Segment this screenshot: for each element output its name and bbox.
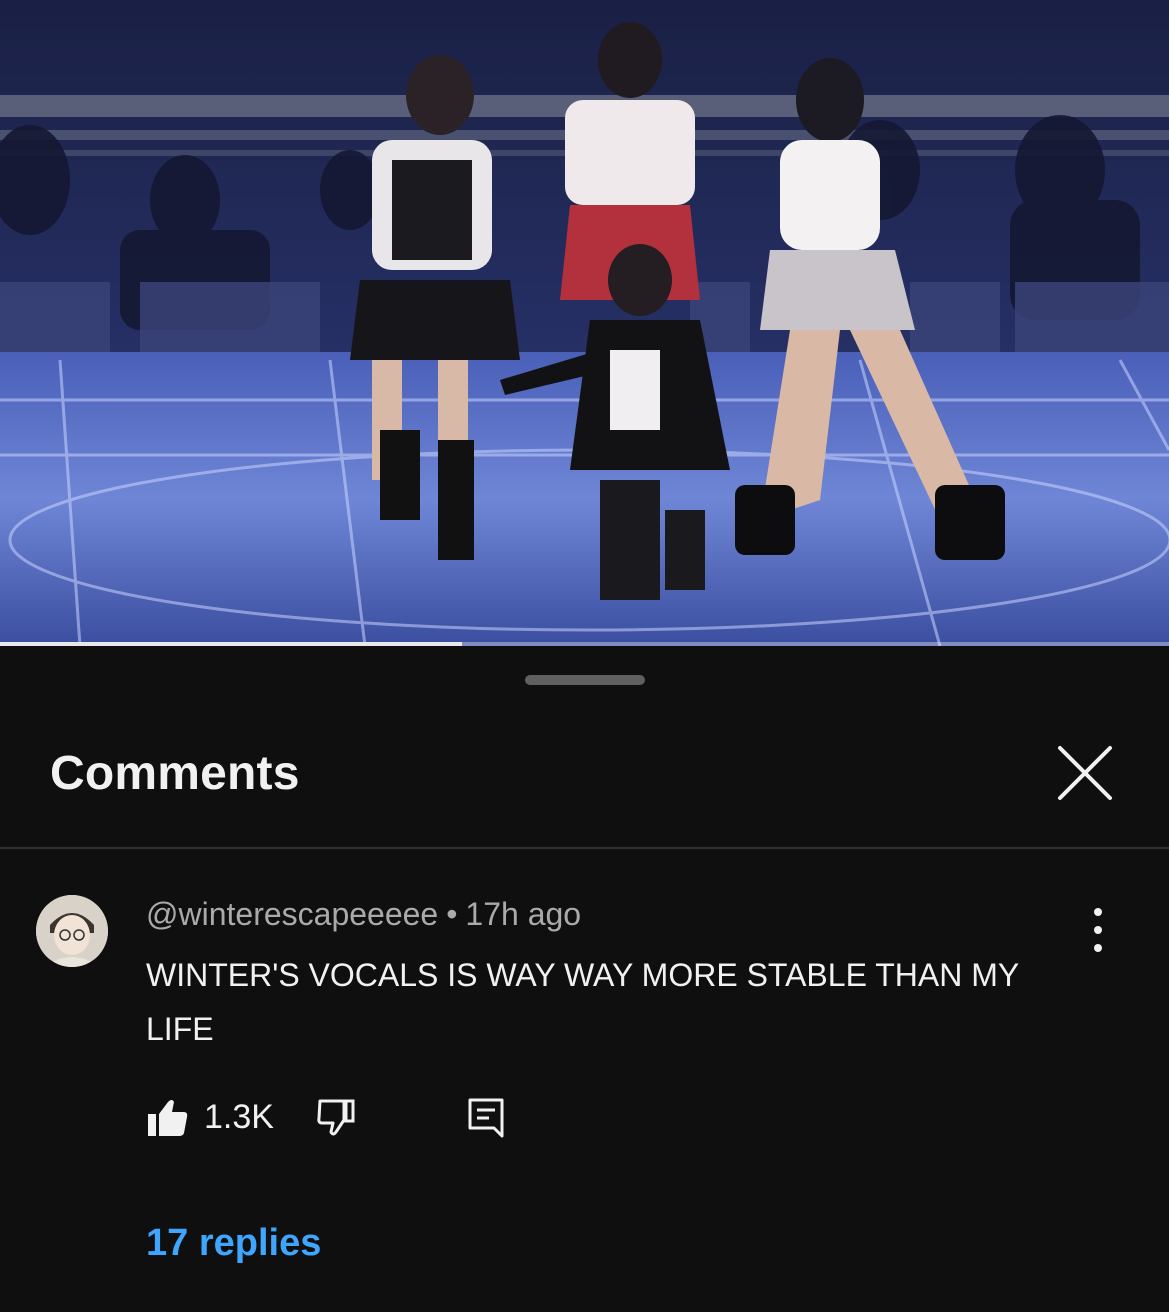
- comment-author[interactable]: @winterescapeeeee: [146, 896, 438, 932]
- avatar[interactable]: [36, 895, 108, 967]
- reply-button[interactable]: [466, 1096, 506, 1140]
- dislike-button[interactable]: [316, 1096, 358, 1140]
- close-icon: [1058, 746, 1112, 800]
- more-options-button[interactable]: [1080, 908, 1116, 952]
- thumbs-up-icon: [148, 1100, 188, 1136]
- drag-handle[interactable]: [525, 675, 645, 685]
- header-divider: [0, 847, 1169, 849]
- comment-time: 17h ago: [465, 896, 582, 932]
- video-progress-fill: [0, 642, 462, 646]
- comment-reply-icon: [468, 1098, 504, 1138]
- more-options-icon-dot: [1094, 944, 1102, 952]
- avatar-image: [36, 895, 108, 967]
- view-replies-link[interactable]: 17 replies: [146, 1222, 321, 1265]
- thumbs-down-icon: [317, 1099, 355, 1136]
- like-count: 1.3K: [204, 1098, 274, 1136]
- meta-separator: •: [446, 896, 458, 932]
- comment-text: WINTER'S VOCALS IS WAY WAY MORE STABLE T…: [146, 957, 1019, 1047]
- video-frame: [0, 0, 1169, 646]
- video-player[interactable]: [0, 0, 1169, 646]
- close-button[interactable]: [1052, 740, 1118, 806]
- like-button[interactable]: [146, 1096, 190, 1140]
- more-options-icon: [1094, 908, 1102, 916]
- comments-panel: Comments @winterescapeeeee • 17h ago WINTE…: [0, 648, 1169, 1312]
- more-options-icon-dot: [1094, 926, 1102, 934]
- panel-title: Comments: [50, 747, 300, 800]
- video-progress-bar[interactable]: [0, 642, 1169, 646]
- comment-meta: @winterescapeeeee • 17h ago: [146, 896, 581, 933]
